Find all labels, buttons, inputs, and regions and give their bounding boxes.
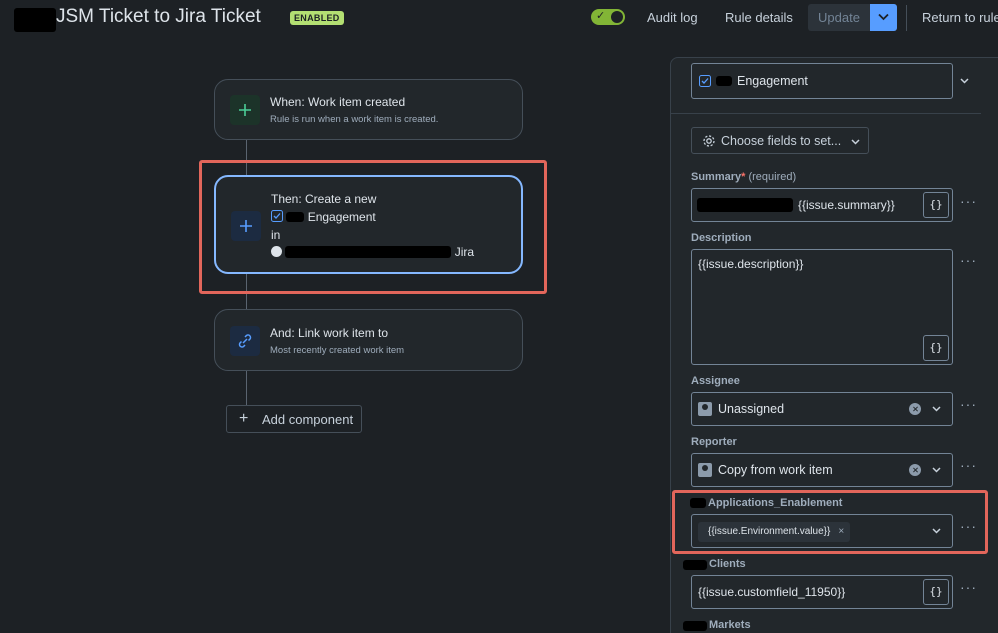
required-marker: * xyxy=(741,171,746,183)
summary-label-text: Summary xyxy=(691,171,742,183)
plus-icon: + xyxy=(239,410,249,427)
description-value: {{issue.description}} xyxy=(698,257,804,271)
chevron-down-icon xyxy=(851,139,860,145)
flow-connector xyxy=(246,370,247,406)
status-badge: ENABLED xyxy=(290,11,344,25)
redacted-text xyxy=(683,560,707,570)
chevron-down-icon xyxy=(878,13,889,21)
markets-label: Markets xyxy=(709,619,751,631)
more-options-button[interactable]: ··· xyxy=(960,396,977,412)
choose-fields-label: Choose fields to set... xyxy=(721,134,842,148)
assignee-label: Assignee xyxy=(691,375,740,387)
link-action-node[interactable]: And: Link work item to Most recently cre… xyxy=(214,309,523,371)
reporter-value: Copy from work item xyxy=(718,463,833,477)
return-to-rules-link[interactable]: Return to rule xyxy=(922,10,998,25)
clients-value: {{issue.customfield_11950}} xyxy=(698,585,846,599)
clients-label: Clients xyxy=(709,558,746,570)
update-button[interactable]: Update xyxy=(808,4,870,31)
clear-icon[interactable] xyxy=(909,464,921,476)
chevron-down-icon[interactable] xyxy=(932,467,941,473)
highlight-box xyxy=(199,160,547,294)
plus-icon xyxy=(230,95,260,125)
description-label: Description xyxy=(691,232,752,244)
gear-icon xyxy=(703,135,715,147)
reporter-label: Reporter xyxy=(691,436,737,448)
user-avatar-icon xyxy=(698,402,712,416)
chevron-down-icon[interactable] xyxy=(932,406,941,412)
check-icon: ✓ xyxy=(596,10,606,22)
trigger-node[interactable]: When: Work item created Rule is run when… xyxy=(214,79,523,140)
header-divider xyxy=(906,5,907,31)
link-subtitle: Most recently created work item xyxy=(270,345,405,356)
add-component-button[interactable]: + Add component xyxy=(226,405,362,433)
more-options-button[interactable]: ··· xyxy=(960,193,977,209)
smart-value-button[interactable]: {} xyxy=(923,335,949,361)
choose-fields-button[interactable]: Choose fields to set... xyxy=(691,127,869,154)
more-options-button[interactable]: ··· xyxy=(960,579,977,595)
chevron-down-icon xyxy=(960,78,969,84)
add-component-label: Add component xyxy=(262,412,354,427)
trigger-title: When: Work item created xyxy=(270,95,406,109)
header: JSM Ticket to Jira Ticket ENABLED ✓ Audi… xyxy=(0,0,998,36)
link-title: And: Link work item to xyxy=(270,326,389,340)
smart-value-button[interactable]: {} xyxy=(923,579,949,605)
required-text: (required) xyxy=(748,171,797,183)
link-icon xyxy=(230,326,260,356)
more-options-button[interactable]: ··· xyxy=(960,252,977,268)
work-type-value: Engagement xyxy=(737,74,808,88)
highlight-box xyxy=(672,490,988,554)
rule-enabled-toggle[interactable]: ✓ xyxy=(591,9,625,25)
toggle-knob xyxy=(611,11,623,23)
summary-value: {{issue.summary}} xyxy=(798,198,895,212)
summary-label: Summary* (required) xyxy=(691,171,796,183)
assignee-value: Unassigned xyxy=(718,402,785,416)
user-avatar-icon xyxy=(698,463,712,477)
update-options-button[interactable] xyxy=(870,4,897,31)
redacted-text xyxy=(716,76,732,86)
rule-details-button[interactable]: Rule details xyxy=(725,10,793,25)
redacted-prefix xyxy=(14,8,56,32)
smart-value-button[interactable]: {} xyxy=(923,192,949,218)
clear-icon[interactable] xyxy=(909,403,921,415)
audit-log-button[interactable]: Audit log xyxy=(647,10,698,25)
panel-divider xyxy=(671,113,981,114)
redacted-text xyxy=(683,621,707,631)
trigger-subtitle: Rule is run when a work item is created. xyxy=(270,114,439,125)
checkbox-icon xyxy=(699,75,711,87)
redacted-text xyxy=(697,198,793,212)
more-options-button[interactable]: ··· xyxy=(960,457,977,473)
page-title: JSM Ticket to Jira Ticket xyxy=(56,6,261,27)
